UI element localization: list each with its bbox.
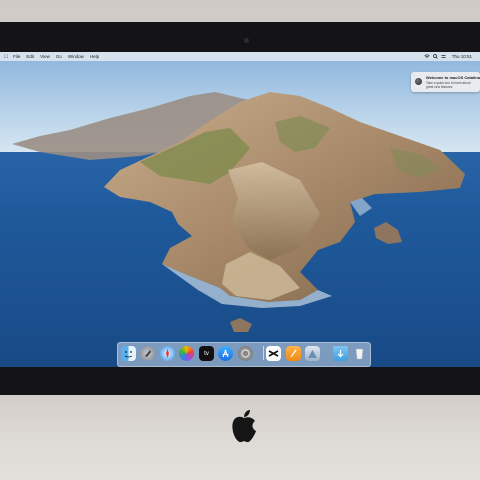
desktop-screen:  File Edit View Go Window Help Thu 10:5… — [0, 52, 480, 367]
menu-bar:  File Edit View Go Window Help Thu 10:5… — [0, 52, 480, 61]
apple-tv-label: tv — [204, 350, 209, 357]
photos-icon[interactable] — [179, 346, 194, 361]
pages-icon[interactable] — [286, 346, 301, 361]
menu-file[interactable]: File — [13, 54, 20, 59]
search-icon[interactable] — [432, 54, 438, 59]
system-preferences-icon[interactable] — [238, 346, 253, 361]
menu-go[interactable]: Go — [56, 54, 62, 59]
preview-icon[interactable] — [305, 346, 320, 361]
capcut-icon[interactable] — [266, 346, 281, 361]
apple-tv-icon[interactable]: tv — [199, 346, 214, 361]
launchpad-icon[interactable] — [140, 346, 155, 361]
app-store-icon[interactable] — [218, 346, 233, 361]
control-center-icon[interactable] — [441, 54, 446, 59]
trash-icon[interactable] — [352, 346, 367, 361]
catalina-icon — [415, 78, 422, 85]
camera — [244, 38, 249, 43]
safari-icon[interactable] — [160, 346, 175, 361]
dock-separator — [263, 346, 264, 360]
menu-clock[interactable]: Thu 10:51 — [452, 54, 472, 59]
notification-body: Take a quick tour to learn about great n… — [426, 81, 471, 89]
menu-view[interactable]: View — [40, 54, 50, 59]
menu-help[interactable]: Help — [90, 54, 99, 59]
welcome-notification[interactable]: Welcome to macOS Catalina Take a quick t… — [411, 72, 480, 92]
notification-title: Welcome to macOS Catalina — [426, 75, 480, 80]
finder-icon[interactable] — [121, 346, 136, 361]
menu-edit[interactable]: Edit — [26, 54, 34, 59]
catalina-wallpaper — [0, 52, 480, 367]
menu-window[interactable]: Window — [68, 54, 84, 59]
apple-menu-icon[interactable]:  — [4, 54, 8, 60]
apple-logo-icon — [232, 410, 256, 443]
wifi-icon[interactable] — [423, 54, 430, 59]
imac-photo:  File Edit View Go Window Help Thu 10:5… — [0, 0, 480, 480]
downloads-folder-icon[interactable] — [333, 346, 348, 361]
